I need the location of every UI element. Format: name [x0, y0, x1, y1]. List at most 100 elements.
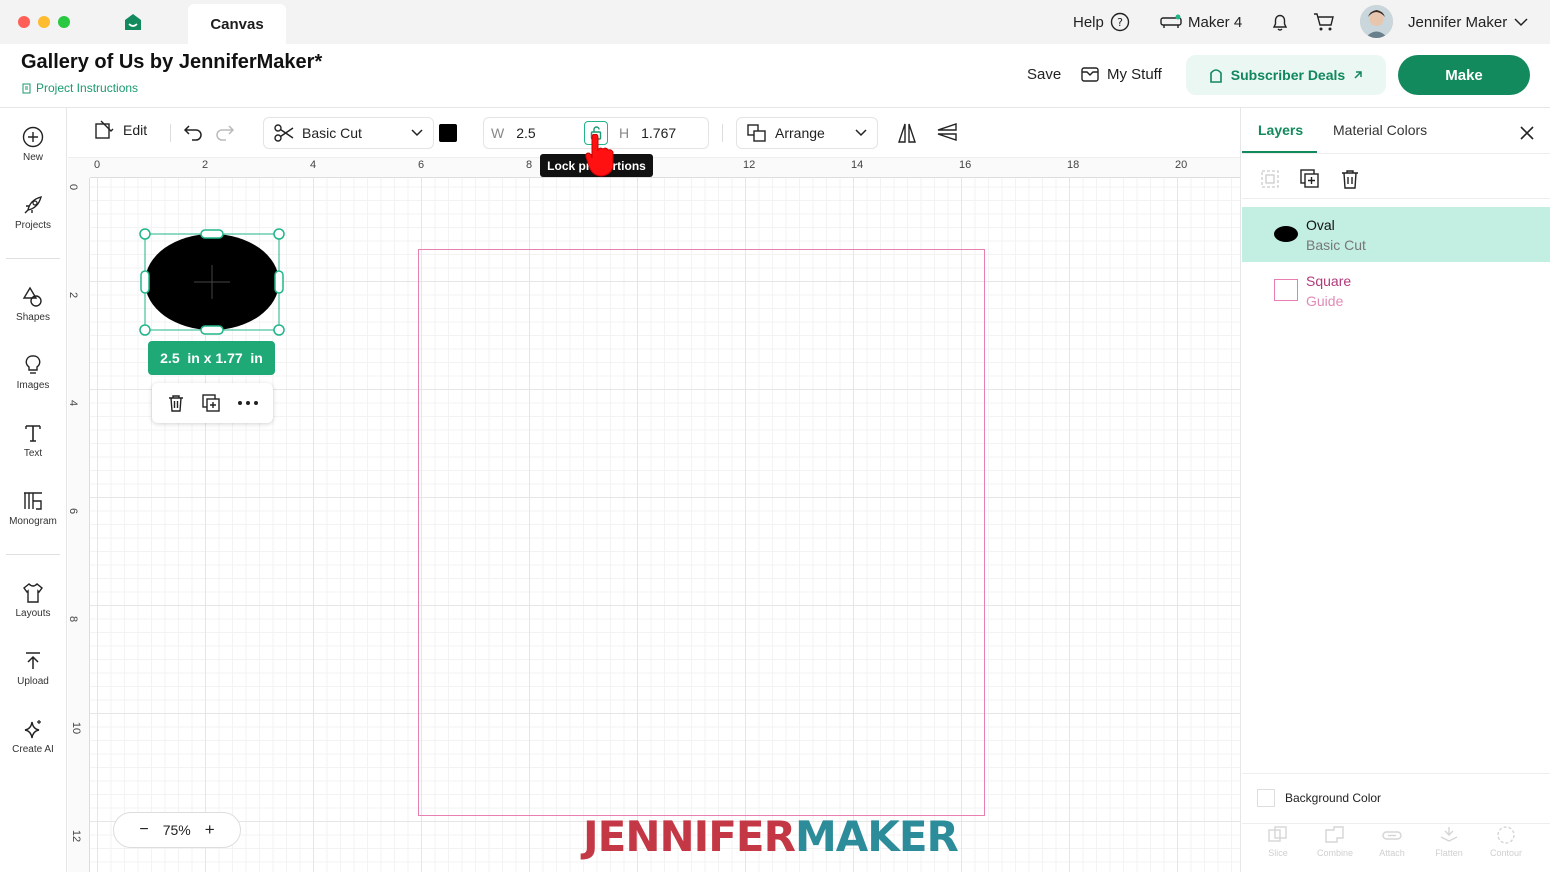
- question-icon: ?: [1110, 12, 1130, 32]
- color-swatch[interactable]: [439, 124, 457, 142]
- avatar[interactable]: [1360, 5, 1393, 38]
- tab-layers[interactable]: Layers: [1258, 122, 1303, 138]
- combine-icon: [1325, 826, 1344, 843]
- ruler-tick-label: 16: [959, 159, 972, 171]
- sidebar-item-images[interactable]: Images: [0, 354, 66, 391]
- tab-canvas[interactable]: Canvas: [188, 4, 286, 44]
- help-button[interactable]: Help ?: [1073, 0, 1130, 44]
- width-field[interactable]: W 2.5: [491, 125, 536, 141]
- operation-label: Basic Cut: [302, 125, 362, 141]
- sidebar-item-projects[interactable]: Projects: [0, 194, 66, 231]
- width-label: W: [491, 125, 505, 141]
- arrange-icon: [747, 124, 766, 142]
- envelope-icon: [1081, 67, 1099, 82]
- ruler-tick-label: 2: [67, 291, 80, 299]
- square-guide[interactable]: [418, 249, 985, 816]
- contour-icon: [1497, 826, 1515, 844]
- background-color-swatch[interactable]: [1257, 789, 1275, 807]
- flatten-icon: [1440, 827, 1458, 842]
- zoom-in-button[interactable]: +: [205, 820, 215, 840]
- sidebar-item-label: Projects: [14, 220, 52, 231]
- zoom-out-button[interactable]: −: [139, 821, 148, 839]
- sidebar-item-layouts[interactable]: Layouts: [0, 582, 66, 619]
- group-icon[interactable]: [1260, 169, 1280, 194]
- scissors-icon: [274, 124, 294, 142]
- save-button[interactable]: Save: [1027, 66, 1061, 83]
- sidebar-divider: [6, 258, 60, 259]
- arrange-select[interactable]: Arrange: [736, 117, 878, 149]
- more-icon[interactable]: [237, 400, 259, 406]
- chevron-down-icon: [855, 129, 867, 137]
- delete-layer-icon[interactable]: [1340, 169, 1360, 194]
- square-layer-thumbnail: [1274, 279, 1298, 301]
- undo-icon[interactable]: [183, 123, 203, 146]
- resize-handle: [200, 229, 224, 239]
- cart-icon[interactable]: [1313, 12, 1335, 37]
- hand-cursor-icon: [585, 134, 614, 177]
- duplicate-layer-icon[interactable]: [1300, 169, 1320, 194]
- machine-button[interactable]: Maker 4: [1160, 0, 1242, 44]
- flip-vertical-icon[interactable]: [936, 122, 958, 147]
- deals-label: Subscriber Deals: [1230, 67, 1346, 83]
- ruler-tick-label: 10: [70, 721, 83, 735]
- flip-horizontal-icon[interactable]: [897, 122, 917, 149]
- zoom-window-button[interactable]: [58, 16, 70, 28]
- rocket-icon: [24, 196, 42, 214]
- edit-button[interactable]: Edit: [95, 120, 147, 140]
- ruler-tick-label: 12: [70, 829, 83, 843]
- panel-divider: [1242, 773, 1550, 774]
- close-window-button[interactable]: [18, 16, 30, 28]
- trash-icon[interactable]: [167, 394, 185, 412]
- ruler-tick-label: 0: [67, 183, 80, 191]
- contour-button[interactable]: Contour: [1481, 826, 1531, 858]
- external-arrow-icon: [1354, 71, 1362, 79]
- height-label: H: [619, 125, 630, 141]
- duplicate-icon[interactable]: [201, 394, 220, 412]
- my-stuff-button[interactable]: My Stuff: [1081, 66, 1162, 83]
- operation-select[interactable]: Basic Cut: [263, 117, 434, 149]
- close-icon[interactable]: [1518, 124, 1536, 147]
- resize-handle: [200, 325, 224, 335]
- watermark-part2: MAKER: [794, 812, 959, 861]
- slice-label: Slice: [1268, 848, 1288, 858]
- sidebar-item-text[interactable]: Text: [0, 422, 66, 459]
- lightbulb-icon: [25, 355, 41, 374]
- project-instructions-link[interactable]: Project Instructions: [22, 81, 138, 95]
- tag-icon: [1209, 69, 1222, 83]
- sidebar-item-new[interactable]: New: [0, 126, 66, 163]
- minimize-window-button[interactable]: [38, 16, 50, 28]
- panel-divider: [1242, 823, 1550, 824]
- bell-icon[interactable]: [1270, 12, 1290, 37]
- combine-button[interactable]: Combine: [1310, 826, 1360, 858]
- tab-material-colors[interactable]: Material Colors: [1333, 122, 1427, 138]
- sidebar-item-upload[interactable]: Upload: [0, 650, 66, 687]
- layer-name: Oval: [1306, 217, 1335, 233]
- attach-button[interactable]: Attach: [1367, 826, 1417, 858]
- toolbar-divider: [722, 124, 723, 142]
- make-button[interactable]: Make: [1398, 55, 1530, 95]
- height-field[interactable]: H 1.767: [619, 125, 676, 141]
- zoom-control: − 75% +: [113, 812, 241, 848]
- attach-icon: [1382, 831, 1402, 840]
- home-icon[interactable]: [124, 13, 142, 36]
- subscriber-deals-button[interactable]: Subscriber Deals: [1186, 55, 1386, 95]
- background-color-label: Background Color: [1285, 791, 1382, 805]
- user-menu[interactable]: Jennifer Maker: [1408, 0, 1529, 44]
- background-color-row[interactable]: Background Color: [1257, 789, 1381, 807]
- redo-icon[interactable]: [215, 123, 235, 146]
- sidebar-item-label: Images: [16, 380, 50, 391]
- sidebar-item-monogram[interactable]: Monogram: [0, 490, 66, 527]
- sidebar-item-shapes[interactable]: Shapes: [0, 286, 66, 323]
- sidebar-item-label: Monogram: [9, 516, 57, 527]
- oval-selection[interactable]: [138, 227, 288, 339]
- flatten-button[interactable]: Flatten: [1424, 826, 1474, 858]
- watermark-part1: JENNIFER: [583, 812, 796, 861]
- upload-icon: [26, 652, 40, 669]
- watermark-logo: JENNIFERMAKER: [583, 812, 959, 861]
- panel-divider: [1242, 153, 1550, 154]
- ruler-tick-label: 8: [526, 159, 533, 171]
- sidebar-item-create-ai[interactable]: Create AI: [0, 718, 66, 755]
- sidebar-item-label: Create AI: [12, 744, 54, 755]
- ruler-tick-label: 18: [1067, 159, 1080, 171]
- slice-button[interactable]: Slice: [1253, 826, 1303, 858]
